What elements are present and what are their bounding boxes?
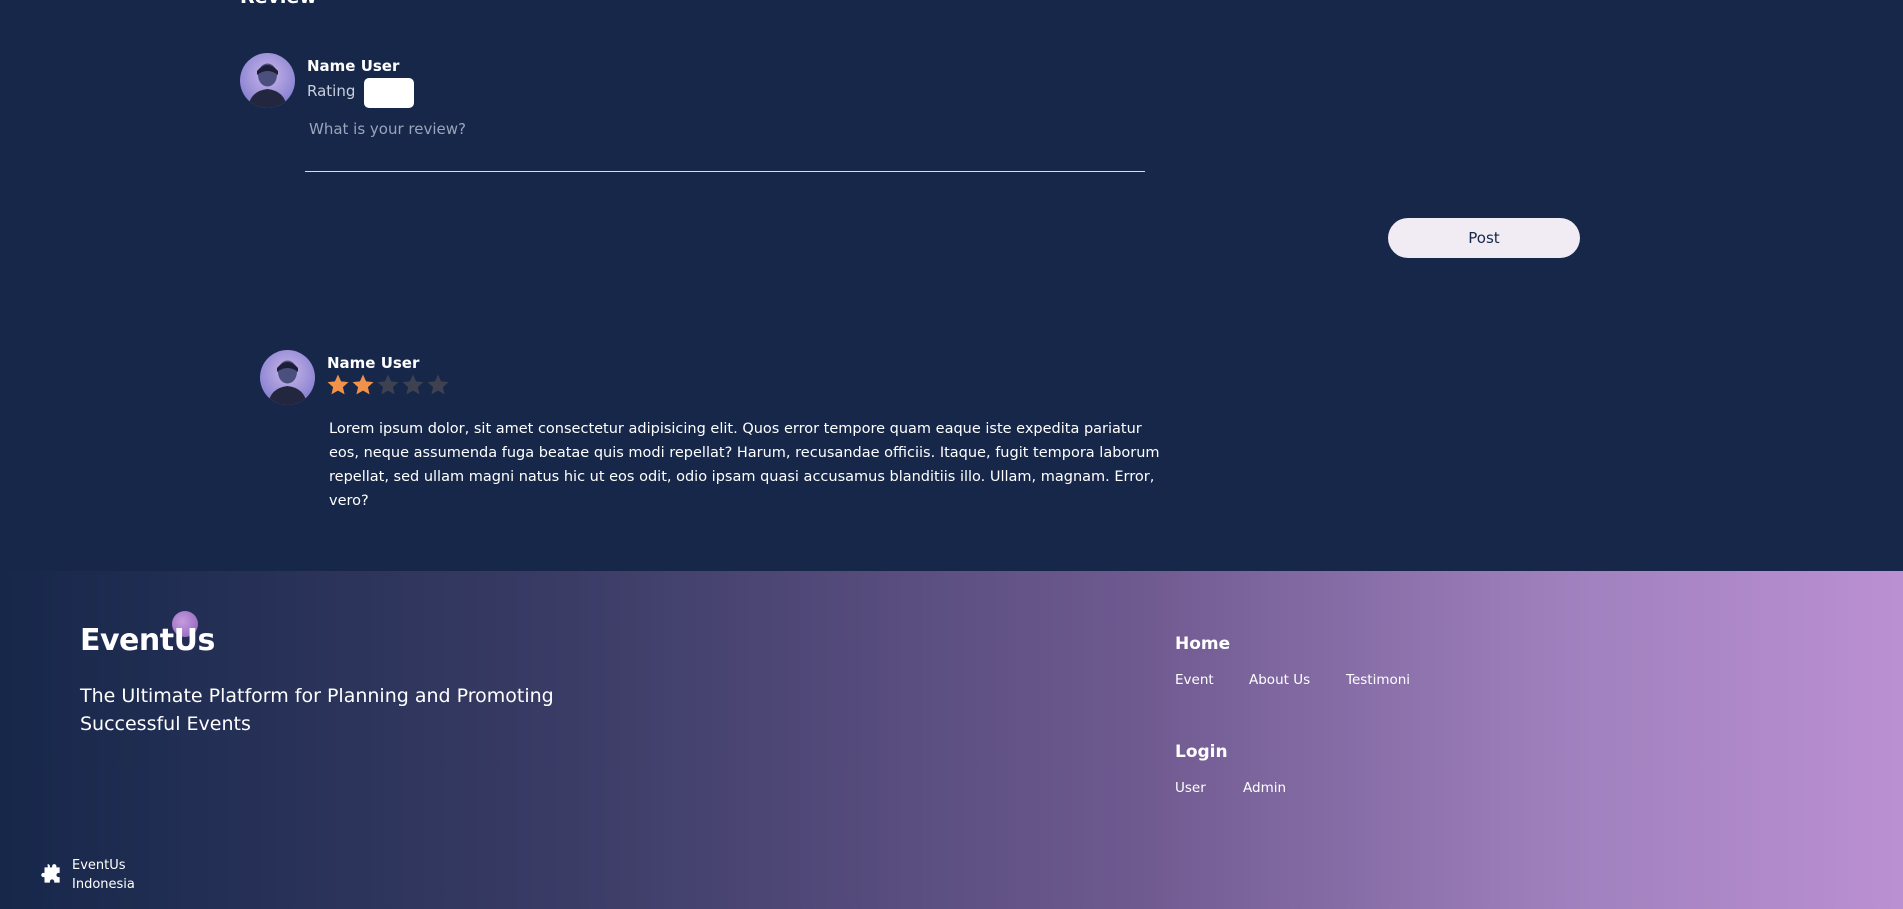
post-button[interactable]: Post [1388,218,1580,258]
rating-select[interactable] [364,78,414,108]
star-rating [326,373,450,397]
logo-text: EventUs [80,623,215,658]
footer-tagline: The Ultimate Platform for Planning and P… [80,685,554,735]
star-empty-icon [377,374,399,395]
user-portrait-icon [248,63,287,108]
review-text: Lorem ipsum dolor, sit amet consectetur … [329,421,1160,509]
footer-link-user[interactable]: User [1175,780,1206,796]
footer-link-event[interactable]: Event [1175,672,1214,688]
review-form-user-name: Name User [307,57,400,75]
star-filled-icon [327,374,349,395]
user-portrait-icon [268,360,307,405]
review-input[interactable] [305,115,1145,172]
footer-link-about-us[interactable]: About Us [1249,672,1310,688]
copyright-line-1: EventUs [72,858,126,873]
copyright-line-2: Indonesia [72,877,135,892]
footer-link-testimoni[interactable]: Testimoni [1346,672,1410,688]
star-empty-icon [427,374,449,395]
avatar [240,53,295,108]
footer-heading-home: Home [1175,634,1231,654]
puzzle-icon [41,864,60,883]
star-filled-icon [352,374,374,395]
review-section-title: Review [240,0,317,8]
footer-link-admin[interactable]: Admin [1243,780,1286,796]
avatar [260,350,315,405]
copyright: EventUs Indonesia [38,856,135,894]
footer-heading-login: Login [1175,742,1228,762]
logo[interactable]: EventUs [80,611,215,661]
star-empty-icon [402,374,424,395]
rating-label: Rating [307,82,356,100]
copyright-text: EventUs Indonesia [72,856,135,894]
review-card-user-name: Name User [327,354,420,372]
footer: EventUs The Ultimate Platform for Planni… [0,571,1903,909]
